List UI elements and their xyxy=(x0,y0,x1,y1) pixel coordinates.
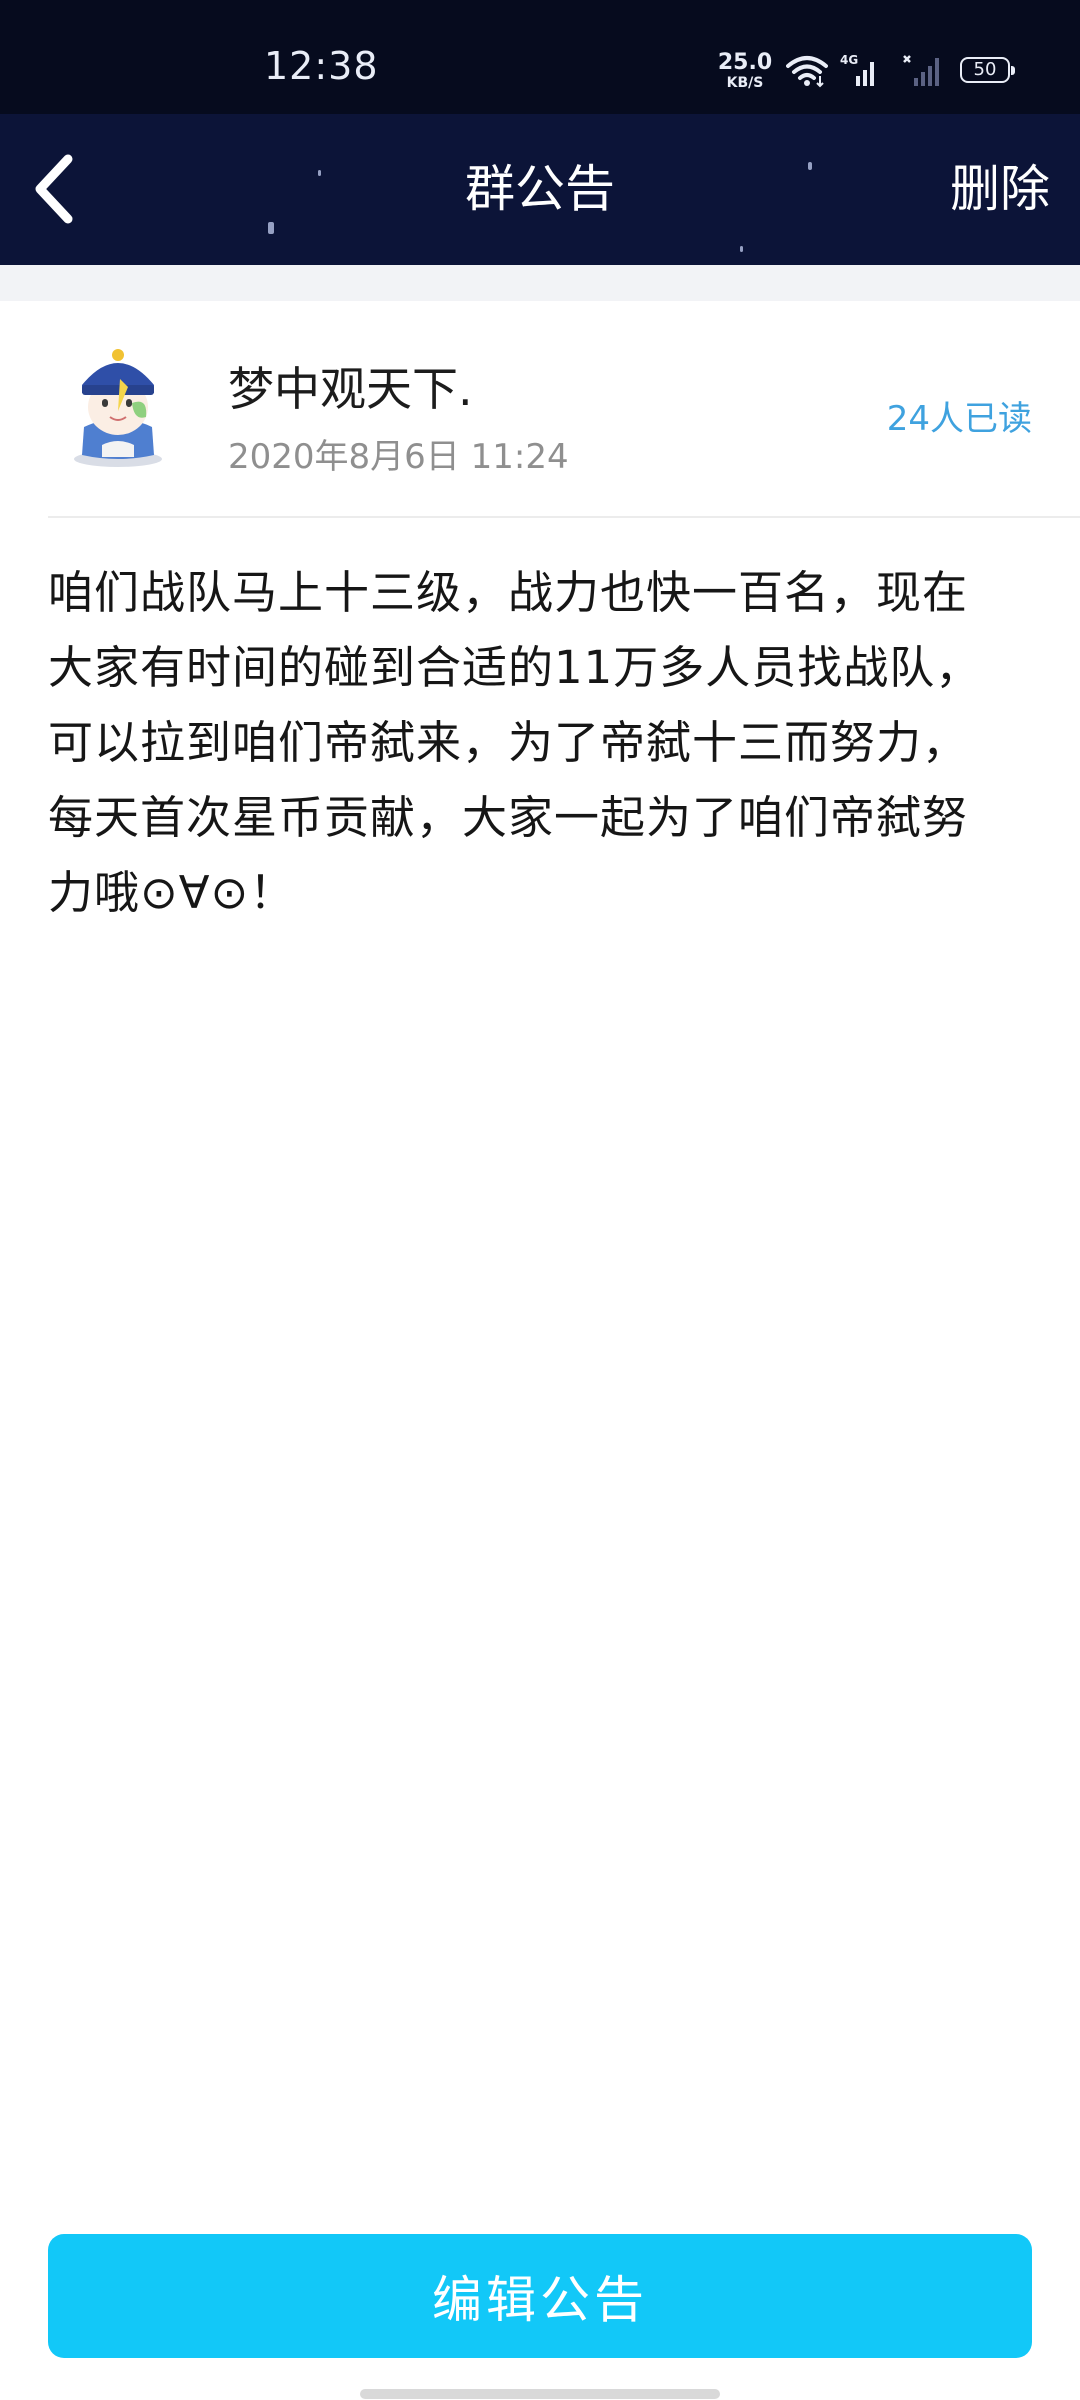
star-decoration xyxy=(318,170,321,176)
back-arrow-icon xyxy=(35,154,73,224)
announcement-content: 咱们战队马上十三级，战力也快一百名，现在 大家有时间的碰到合适的11万多人员找战… xyxy=(48,566,982,919)
read-count-link[interactable]: 24人已读 xyxy=(887,391,1032,440)
post-date: 2020年8月6日 11:24 xyxy=(228,437,569,477)
nav-bar: 群公告 删除 xyxy=(0,114,1080,265)
signal-2-icon xyxy=(903,55,939,86)
status-time: 12:38 xyxy=(264,44,379,88)
author-name: 梦中观天下. xyxy=(228,362,473,416)
home-indicator[interactable] xyxy=(360,2389,720,2399)
divider xyxy=(48,516,1080,518)
star-decoration xyxy=(808,162,812,170)
signal-icon: 4G xyxy=(840,53,874,86)
announcement-header: 梦中观天下. 2020年8月6日 11:24 24人已读 xyxy=(0,301,1080,518)
network-speed-value: 25.0 xyxy=(717,50,773,75)
network-speed: 25.0 KB/S xyxy=(716,50,774,91)
page-title: 群公告 xyxy=(465,160,615,218)
star-decoration xyxy=(268,222,274,234)
delete-button[interactable]: 删除 xyxy=(950,114,1050,265)
edit-announcement-button[interactable]: 编辑公告 xyxy=(48,2234,1032,2358)
network-type-label: 4G xyxy=(840,53,858,67)
status-bar: 12:38 25.0 KB/S 4G 50 xyxy=(0,0,1080,114)
back-button[interactable] xyxy=(14,144,94,234)
network-speed-unit: KB/S xyxy=(726,75,764,91)
battery-icon: 50 xyxy=(960,57,1015,83)
top-area: 12:38 25.0 KB/S 4G 50 群公告 删除 xyxy=(0,0,1080,265)
star-decoration xyxy=(740,246,743,252)
avatar[interactable] xyxy=(62,341,174,469)
section-divider xyxy=(0,265,1080,301)
wifi-icon xyxy=(786,56,828,88)
